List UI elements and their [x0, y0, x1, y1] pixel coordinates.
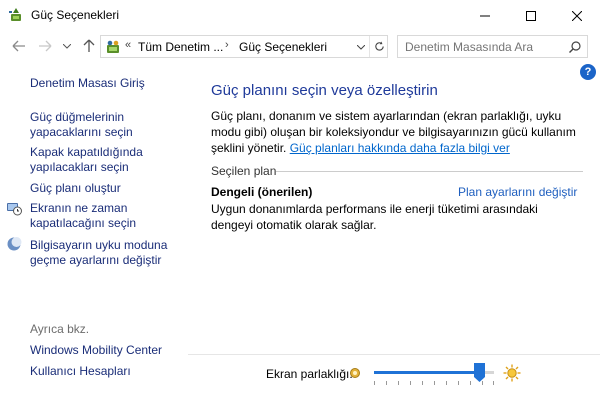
address-dropdown-button[interactable]: [354, 39, 368, 55]
sidebar-link-power-buttons[interactable]: Güç düğmelerinin yapacaklarını seçin: [30, 110, 133, 140]
page-description: Güç planı, donanım ve sistem ayarlarında…: [211, 108, 581, 156]
moon-icon: [7, 237, 22, 251]
chevron-down-icon: [357, 44, 365, 50]
up-button[interactable]: [78, 35, 100, 57]
minimize-icon: [480, 15, 490, 16]
window-title: Güç Seçenekleri: [31, 8, 120, 22]
chevron-down-icon: [63, 43, 71, 49]
plan-name: Dengeli (önerilen): [211, 185, 313, 199]
brightness-slider-fill: [374, 371, 480, 374]
bright-brightness-icon: [503, 364, 521, 382]
sidebar-link-control-panel-home[interactable]: Denetim Masası Giriş: [30, 76, 145, 91]
brightness-slider-thumb[interactable]: [474, 363, 485, 382]
dim-brightness-icon: [350, 368, 360, 378]
control-panel-icon: [107, 40, 119, 53]
breadcrumb-power-options[interactable]: Güç Seçenekleri: [239, 40, 327, 54]
breadcrumb-all-control-panel[interactable]: Tüm Denetim ...: [138, 40, 223, 54]
clock-monitor-icon: [7, 203, 22, 216]
sidebar-link-sleep[interactable]: Bilgisayarın uyku moduna geçme ayarların…: [30, 238, 167, 268]
change-plan-settings-link[interactable]: Plan ayarlarını değiştir: [458, 185, 577, 199]
sidebar-link-line: Güç düğmelerinin: [30, 110, 125, 124]
close-button[interactable]: [554, 0, 600, 31]
sidebar-link-line: Kapak kapatıldığında: [30, 145, 143, 159]
see-also-heading: Ayrıca bkz.: [30, 322, 90, 336]
sidebar-link-line: Ekranın ne zaman: [30, 201, 128, 215]
sidebar-link-display-off[interactable]: Ekranın ne zaman kapatılacağını seçin: [30, 201, 136, 231]
brightness-ticks: [374, 381, 494, 385]
back-arrow-icon: [12, 40, 25, 52]
breadcrumb-separator[interactable]: ›: [225, 39, 229, 51]
sidebar-link-line: Bilgisayarın uyku moduna: [30, 238, 168, 252]
help-icon: ?: [584, 66, 592, 78]
minimize-button[interactable]: [462, 0, 508, 31]
address-bar[interactable]: « Tüm Denetim ... › Güç Seçenekleri: [100, 35, 388, 58]
sidebar-link-line: yapılacakları seçin: [30, 160, 129, 174]
search-icon: [569, 41, 581, 53]
power-options-icon: [9, 8, 21, 21]
search-box[interactable]: [397, 35, 588, 58]
selected-plan-heading: Seçilen plan: [211, 164, 277, 178]
sidebar-link-line: yapacaklarını seçin: [30, 125, 133, 139]
plan-description: Uygun donanımlarda performans ile enerji…: [211, 202, 538, 232]
page-title: Güç planını seçin veya özelleştirin: [211, 82, 438, 99]
search-input[interactable]: [405, 40, 565, 54]
sidebar-link-create-plan[interactable]: Güç planı oluştur: [30, 181, 121, 196]
back-button[interactable]: [8, 35, 30, 57]
title-bar: Güç Seçenekleri: [0, 0, 600, 31]
forward-button[interactable]: [34, 35, 56, 57]
navigation-bar: « Tüm Denetim ... › Güç Seçenekleri: [0, 31, 600, 61]
refresh-button[interactable]: [369, 36, 388, 57]
help-button[interactable]: ?: [580, 64, 596, 80]
divider: [276, 171, 583, 172]
recent-locations-button[interactable]: [61, 35, 73, 57]
divider: [188, 354, 600, 355]
learn-more-link[interactable]: Güç planları hakkında daha fazla bilgi v…: [290, 141, 510, 155]
maximize-icon: [526, 10, 536, 21]
refresh-icon: [374, 41, 384, 51]
brightness-label: Ekran parlaklığı:: [266, 367, 353, 381]
sidebar-link-line: geçme ayarlarını değiştir: [30, 253, 162, 267]
overflow-chevron[interactable]: «: [125, 39, 131, 51]
sidebar-link-user-accounts[interactable]: Kullanıcı Hesapları: [30, 364, 131, 379]
close-icon: [572, 10, 582, 21]
up-arrow-icon: [83, 39, 95, 52]
sidebar-link-line: kapatılacağını seçin: [30, 216, 137, 230]
forward-arrow-icon: [39, 40, 52, 52]
sidebar-link-lid-close[interactable]: Kapak kapatıldığında yapılacakları seçin: [30, 145, 143, 175]
maximize-button[interactable]: [508, 0, 554, 31]
sidebar-link-mobility-center[interactable]: Windows Mobility Center: [30, 343, 162, 358]
